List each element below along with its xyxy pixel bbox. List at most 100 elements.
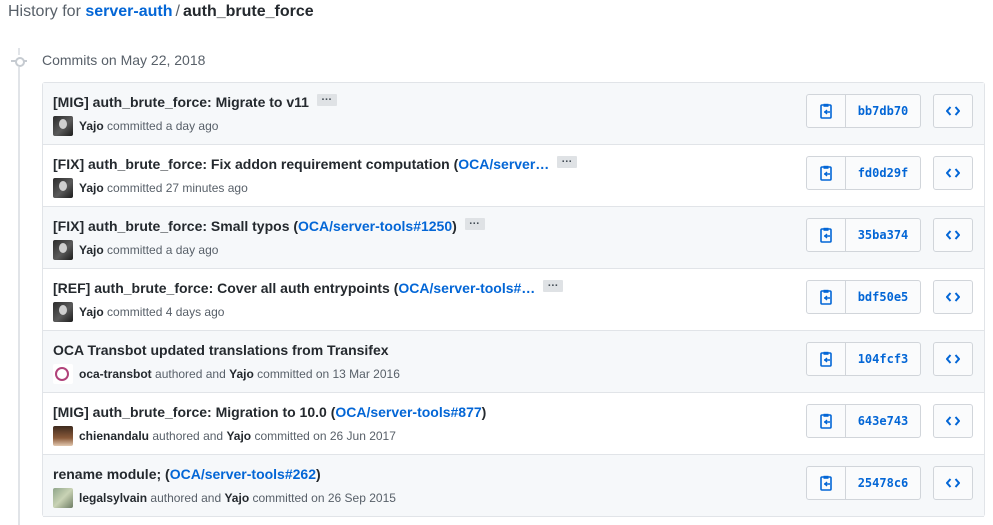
authored-text: authored and <box>150 491 222 505</box>
commit-sha-link[interactable]: 25478c6 <box>846 467 920 499</box>
title-prefix: History for <box>8 3 81 20</box>
commit-title-link[interactable]: [MIG] auth_brute_force: Migrate to v11 <box>53 94 309 110</box>
commit-title-link[interactable]: rename module; ( <box>53 466 170 482</box>
committer-link[interactable]: Yajo <box>79 305 104 319</box>
commit-meta: oca-transbot authored and Yajo committed… <box>53 363 400 385</box>
pull-request-link[interactable]: OCA/server… <box>458 156 549 172</box>
commit-title-link[interactable]: [FIX] auth_brute_force: Small typos ( <box>53 218 298 234</box>
commits-date-heading: Commits on May 22, 2018 <box>42 52 206 68</box>
avatar[interactable] <box>53 115 73 136</box>
expand-ellipsis-button[interactable]: … <box>557 154 578 169</box>
commit-row: [MIG] auth_brute_force: Migrate to v11 … Y… <box>43 83 984 145</box>
avatar[interactable] <box>53 487 73 508</box>
sha-button-group: 35ba374 <box>806 218 921 252</box>
clipboard-icon[interactable] <box>807 95 846 127</box>
avatar[interactable] <box>53 177 73 198</box>
commit-message: OCA Transbot updated translations from T… <box>53 340 389 360</box>
commit-message: [MIG] auth_brute_force: Migrate to v11 … <box>53 92 337 112</box>
commit-meta: Yajo committed 27 minutes ago <box>53 177 248 199</box>
code-icon[interactable] <box>933 280 973 314</box>
expand-ellipsis-button[interactable]: … <box>464 216 485 231</box>
commit-message: rename module; (OCA/server-tools#262) <box>53 464 321 484</box>
author-link[interactable]: oca-transbot <box>79 367 152 381</box>
commit-message: [FIX] auth_brute_force: Fix addon requir… <box>53 154 578 174</box>
committer-link[interactable]: Yajo <box>224 491 249 505</box>
committer-link[interactable]: Yajo <box>226 429 251 443</box>
clipboard-icon[interactable] <box>807 157 846 189</box>
author-link[interactable]: legalsylvain <box>79 491 147 505</box>
avatar[interactable] <box>53 239 73 260</box>
commit-sha-link[interactable]: 104fcf3 <box>846 343 920 375</box>
page-title: History for server-auth / auth_brute_force <box>8 2 314 22</box>
pull-request-link[interactable]: OCA/server-tools#262 <box>170 466 316 482</box>
sha-button-group: bdf50e5 <box>806 280 921 314</box>
committer-link[interactable]: Yajo <box>79 119 104 133</box>
committer-link[interactable]: Yajo <box>79 181 104 195</box>
commit-title-suffix: ) <box>316 466 321 482</box>
commit-meta: Yajo committed a day ago <box>53 115 219 137</box>
commit-list: [MIG] auth_brute_force: Migrate to v11 … Y… <box>42 82 985 517</box>
pull-request-link[interactable]: OCA/server-tools#877 <box>335 404 481 420</box>
pull-request-link[interactable]: OCA/server-tools#… <box>398 280 535 296</box>
commit-message: [FIX] auth_brute_force: Small typos (OCA… <box>53 216 485 236</box>
code-icon[interactable] <box>933 218 973 252</box>
committed-time: committed a day ago <box>107 119 219 133</box>
sha-button-group: 104fcf3 <box>806 342 921 376</box>
authored-text: authored and <box>152 429 224 443</box>
sha-button-group: fd0d29f <box>806 156 921 190</box>
committed-time: committed 27 minutes ago <box>107 181 248 195</box>
code-icon[interactable] <box>933 342 973 376</box>
sha-button-group: 25478c6 <box>806 466 921 500</box>
committed-time: committed on 13 Mar 2016 <box>257 367 400 381</box>
code-icon[interactable] <box>933 156 973 190</box>
commit-message: [MIG] auth_brute_force: Migration to 10.… <box>53 402 486 422</box>
commit-title-suffix: ) <box>452 218 457 234</box>
expand-ellipsis-button[interactable]: … <box>316 92 337 107</box>
committed-time: committed on 26 Jun 2017 <box>254 429 396 443</box>
commit-title-link[interactable]: [FIX] auth_brute_force: Fix addon requir… <box>53 156 458 172</box>
commit-title-link[interactable]: [MIG] auth_brute_force: Migration to 10.… <box>53 404 335 420</box>
clipboard-icon[interactable] <box>807 219 846 251</box>
file-name: auth_brute_force <box>182 3 314 20</box>
commit-sha-link[interactable]: bb7db70 <box>846 95 920 127</box>
commit-timeline-icon <box>11 55 27 67</box>
code-icon[interactable] <box>933 466 973 500</box>
commit-row: [FIX] auth_brute_force: Fix addon requir… <box>43 145 984 207</box>
committed-time: committed a day ago <box>107 243 219 257</box>
commit-title-suffix: ) <box>481 404 487 420</box>
committer-link[interactable]: Yajo <box>79 243 104 257</box>
author-link[interactable]: chienandalu <box>79 429 149 443</box>
commit-row: rename module; (OCA/server-tools#262) leg… <box>43 455 984 517</box>
avatar[interactable] <box>53 363 73 384</box>
commit-title-link[interactable]: OCA Transbot updated translations from T… <box>53 342 389 358</box>
commit-message: [REF] auth_brute_force: Cover all auth e… <box>53 278 564 298</box>
commit-sha-link[interactable]: fd0d29f <box>846 157 920 189</box>
commit-row: [REF] auth_brute_force: Cover all auth e… <box>43 269 984 331</box>
commit-meta: chienandalu authored and Yajo committed … <box>53 425 396 447</box>
committed-time: committed 4 days ago <box>107 305 225 319</box>
commit-sha-link[interactable]: 35ba374 <box>846 219 920 251</box>
commit-meta: Yajo committed 4 days ago <box>53 301 225 323</box>
committer-link[interactable]: Yajo <box>229 367 254 381</box>
code-icon[interactable] <box>933 404 973 438</box>
commit-sha-link[interactable]: 643e743 <box>846 405 920 437</box>
committed-time: committed on 26 Sep 2015 <box>252 491 396 505</box>
code-icon[interactable] <box>933 94 973 128</box>
avatar[interactable] <box>53 425 73 446</box>
commit-row: OCA Transbot updated translations from T… <box>43 331 984 393</box>
commit-meta: Yajo committed a day ago <box>53 239 219 261</box>
authored-text: authored and <box>155 367 226 381</box>
commit-sha-link[interactable]: bdf50e5 <box>846 281 920 313</box>
repo-link[interactable]: server-auth <box>85 3 172 20</box>
commit-title-link[interactable]: [REF] auth_brute_force: Cover all auth e… <box>53 280 398 296</box>
clipboard-icon[interactable] <box>807 405 846 437</box>
sha-button-group: 643e743 <box>806 404 921 438</box>
commit-row: [MIG] auth_brute_force: Migration to 10.… <box>43 393 984 455</box>
expand-ellipsis-button[interactable]: … <box>543 278 564 293</box>
commit-meta: legalsylvain authored and Yajo committed… <box>53 487 396 509</box>
clipboard-icon[interactable] <box>807 467 846 499</box>
clipboard-icon[interactable] <box>807 343 846 375</box>
avatar[interactable] <box>53 301 73 322</box>
clipboard-icon[interactable] <box>807 281 846 313</box>
pull-request-link[interactable]: OCA/server-tools#1250 <box>298 218 452 234</box>
